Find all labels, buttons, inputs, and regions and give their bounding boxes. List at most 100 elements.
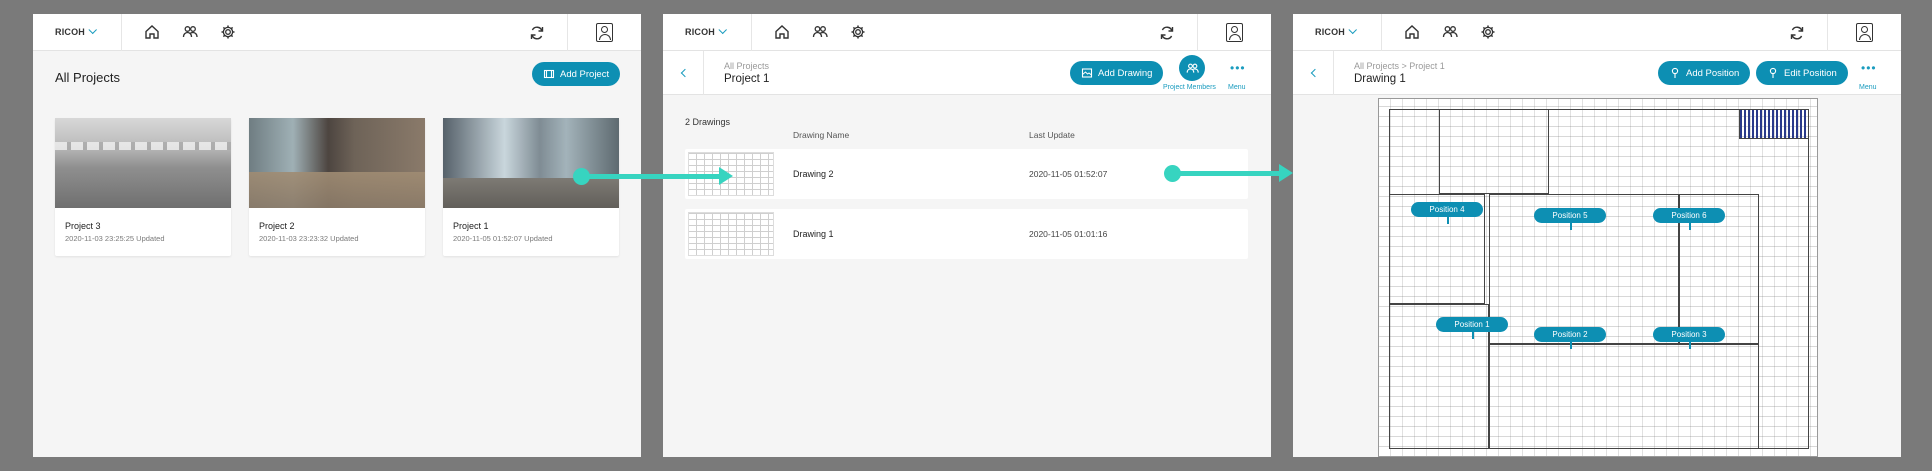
gear-icon[interactable] — [220, 24, 236, 40]
position-marker-5[interactable]: Position 5 — [1534, 208, 1606, 230]
home-icon[interactable] — [1404, 24, 1420, 40]
user-icon — [1856, 23, 1873, 42]
add-project-button[interactable]: Add Project — [532, 62, 621, 86]
project-name: Project 1 — [453, 221, 489, 231]
user-icon — [596, 23, 613, 42]
project-updated: 2020-11-05 01:52:07 Updated — [453, 234, 553, 243]
menu-label: Menu — [1859, 84, 1877, 91]
plan-stair — [1739, 109, 1809, 139]
position-marker-1[interactable]: Position 1 — [1436, 317, 1508, 339]
drawing-updated: 2020-11-05 01:52:07 — [1029, 169, 1108, 179]
user-button[interactable] — [1197, 14, 1271, 51]
project-name: Project 2 — [259, 221, 295, 231]
flow-arrow-drawing-to-positions — [1164, 164, 1293, 182]
pin-icon — [1769, 67, 1777, 78]
brand-name: RICOH — [1315, 27, 1345, 37]
col-last-update: Last Update — [1029, 130, 1075, 140]
members-icon[interactable] — [812, 24, 828, 40]
project-thumbnail — [249, 118, 425, 208]
members-icon[interactable] — [1442, 24, 1458, 40]
brand-menu[interactable]: RICOH — [663, 14, 752, 51]
project-updated: 2020-11-03 23:25:25 Updated — [65, 234, 165, 243]
menu-label: Menu — [1228, 84, 1246, 91]
members-icon — [1186, 63, 1199, 73]
sync-icon[interactable] — [1159, 25, 1175, 41]
chevron-down-icon — [1348, 25, 1357, 35]
edit-position-label: Edit Position — [1784, 67, 1837, 79]
sync-icon[interactable] — [1789, 25, 1805, 41]
brand-name: RICOH — [55, 27, 85, 37]
drawing-name: Drawing 2 — [793, 169, 834, 179]
project-card-1[interactable]: Project 1 2020-11-05 01:52:07 Updated — [443, 118, 619, 256]
back-button[interactable] — [663, 50, 704, 95]
chevron-down-icon — [88, 25, 97, 35]
drawing-header: All Projects > Project 1 Drawing 1 Add P… — [1293, 50, 1901, 95]
home-icon[interactable] — [144, 24, 160, 40]
brand-menu[interactable]: RICOH — [1293, 14, 1382, 51]
project-card-3[interactable]: Project 3 2020-11-03 23:25:25 Updated — [55, 118, 231, 256]
gear-icon[interactable] — [850, 24, 866, 40]
brand-name: RICOH — [685, 27, 715, 37]
page-title: Drawing 1 — [1354, 72, 1406, 85]
user-button[interactable] — [567, 14, 641, 51]
project-thumbnail — [55, 118, 231, 208]
project-updated: 2020-11-03 23:23:32 Updated — [259, 234, 359, 243]
pin-icon — [1671, 67, 1679, 78]
position-marker-6[interactable]: Position 6 — [1653, 208, 1725, 230]
drawing-icon — [1081, 68, 1093, 78]
brand-menu[interactable]: RICOH — [33, 14, 122, 51]
add-position-label: Add Position — [1686, 67, 1740, 79]
drawing-count: 2 Drawings — [685, 117, 731, 127]
plan-room — [1489, 344, 1759, 449]
chevron-down-icon — [718, 25, 727, 35]
menu-icon[interactable]: ••• — [1230, 61, 1246, 75]
edit-position-button[interactable]: Edit Position — [1756, 61, 1848, 85]
plan-room — [1439, 109, 1549, 194]
project-header: All Projects Project 1 Add Drawing Proje… — [663, 50, 1271, 95]
sync-icon[interactable] — [529, 25, 545, 41]
project-icon — [543, 69, 555, 79]
chevron-left-icon — [680, 68, 689, 77]
project-members-button[interactable] — [1179, 55, 1205, 81]
flow-arrow-project-to-drawings — [573, 167, 733, 185]
menu-icon[interactable]: ••• — [1861, 61, 1877, 75]
members-icon[interactable] — [182, 24, 198, 40]
breadcrumb[interactable]: All Projects > Project 1 — [1354, 61, 1445, 71]
breadcrumb[interactable]: All Projects — [724, 61, 769, 71]
arrow-head — [719, 167, 733, 185]
user-icon — [1226, 23, 1243, 42]
page-title: Project 1 — [724, 72, 770, 85]
project-thumbnail — [443, 118, 619, 208]
back-button[interactable] — [1293, 50, 1334, 95]
add-drawing-label: Add Drawing — [1098, 67, 1153, 79]
page-title: All Projects — [55, 70, 121, 85]
project-detail-screen: RICOH All Projects Project 1 Add Drawing… — [663, 14, 1271, 457]
project-name: Project 3 — [65, 221, 101, 231]
project-list: Project 3 2020-11-03 23:25:25 Updated Pr… — [55, 118, 619, 256]
project-card-2[interactable]: Project 2 2020-11-03 23:23:32 Updated — [249, 118, 425, 256]
arrow-head — [1279, 164, 1293, 182]
add-drawing-button[interactable]: Add Drawing — [1070, 61, 1164, 85]
home-icon[interactable] — [774, 24, 790, 40]
user-button[interactable] — [1827, 14, 1901, 51]
arrow-start-dot — [1164, 165, 1181, 182]
top-bar: RICOH — [1293, 14, 1901, 51]
drawing-updated: 2020-11-05 01:01:16 — [1029, 229, 1108, 239]
position-marker-3[interactable]: Position 3 — [1653, 327, 1725, 349]
drawing-row[interactable]: Drawing 1 2020-11-05 01:01:16 — [685, 209, 1248, 259]
floor-plan[interactable]: Position 4 Position 5 Position 6 Positio… — [1378, 98, 1818, 457]
arrow-start-dot — [573, 168, 590, 185]
position-marker-2[interactable]: Position 2 — [1534, 327, 1606, 349]
all-projects-screen: RICOH All Projects Add Project Project 3… — [33, 14, 641, 457]
add-project-label: Add Project — [560, 68, 610, 80]
drawing-thumbnail — [688, 212, 774, 256]
top-bar: RICOH — [33, 14, 641, 51]
top-bar: RICOH — [663, 14, 1271, 51]
position-marker-4[interactable]: Position 4 — [1411, 202, 1483, 224]
gear-icon[interactable] — [1480, 24, 1496, 40]
drawing-detail-screen: RICOH All Projects > Project 1 Drawing 1… — [1293, 14, 1901, 457]
chevron-left-icon — [1310, 68, 1319, 77]
col-drawing-name: Drawing Name — [793, 130, 850, 140]
project-members-label: Project Members — [1163, 84, 1216, 91]
add-position-button[interactable]: Add Position — [1658, 61, 1751, 85]
